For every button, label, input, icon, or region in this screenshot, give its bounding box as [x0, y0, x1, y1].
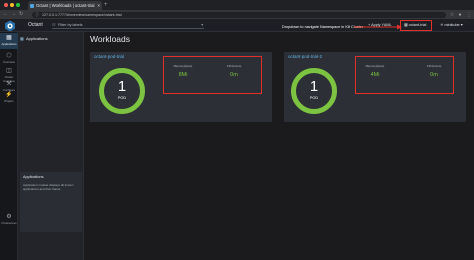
memory-value: 4Mi — [370, 72, 380, 78]
context-dropdown[interactable]: ⚛ minikube ▾ — [440, 21, 463, 30]
filter-icon: ☷ — [52, 23, 56, 27]
forward-arrow-icon[interactable]: → — [11, 10, 16, 19]
workload-name-link[interactable]: octant-pod-trial — [94, 54, 124, 59]
grid-icon: ▦ — [6, 35, 12, 41]
namespace-dropdown[interactable]: ▦ octant-trial — [400, 19, 432, 31]
gear-icon: ⚙ — [6, 214, 12, 220]
maximize-window-dot[interactable] — [16, 3, 20, 7]
new-tab-button[interactable]: + — [104, 1, 108, 9]
info-icon: ⓘ — [35, 11, 39, 17]
cpu-value: 0m — [430, 72, 438, 78]
favicon-icon — [30, 3, 34, 8]
page-title: Workloads — [90, 34, 130, 44]
tab-title: Octant | Workloads | octant-trial — [36, 3, 95, 8]
memory-label: Memory(bytes) — [173, 64, 193, 68]
info-title: Applications — [23, 175, 44, 179]
app-name: Octant — [28, 22, 43, 28]
pod-unit: POD — [309, 96, 319, 100]
browser-menu-icon[interactable]: ⋮ — [466, 11, 472, 19]
plug-icon: ⚡ — [5, 92, 13, 98]
context-label: minikube — [444, 23, 460, 27]
chevron-down-icon: ▼ — [200, 23, 204, 27]
rail-item-applications[interactable]: ▦ Applications — [0, 33, 18, 49]
pod-count: 1 — [117, 78, 127, 95]
cpu-value: 0m — [230, 72, 238, 78]
rail-item-overview[interactable]: ⬡ Overview — [0, 51, 18, 67]
cpu-label: CPU(cores) — [426, 64, 442, 68]
profile-icon[interactable]: ● — [457, 11, 463, 19]
browser-tab[interactable]: Octant | Workloads | octant-trial × — [28, 1, 102, 10]
apply-yaml-button[interactable]: + Apply YAML — [368, 21, 392, 30]
info-text: Application module displays all known ap… — [23, 183, 74, 192]
nav-heading: Applications — [26, 36, 48, 41]
rail-item-label: Applications — [1, 42, 17, 46]
preferences-button[interactable]: ⚙ Preferences — [0, 213, 18, 225]
pod-unit: POD — [117, 96, 127, 100]
workload-name-link[interactable]: octant-pod-trial-2 — [288, 54, 322, 59]
namespace-callout-text: Dropdown to navigate Namespace in K8 Clu… — [282, 25, 364, 29]
apply-yaml-label: Apply YAML — [371, 23, 392, 27]
octant-logo-icon[interactable] — [4, 20, 16, 32]
filter-placeholder: Filter by labels — [58, 23, 83, 27]
cube-icon: ⬡ — [6, 53, 12, 59]
memory-label: Memory(bytes) — [365, 64, 385, 68]
rail-item-plugins[interactable]: ⚡ Plugins — [0, 90, 18, 106]
minimize-window-dot[interactable] — [10, 3, 14, 7]
cluster-icon: ◫ — [6, 68, 12, 74]
url-field[interactable]: ⓘ 127.0.0.1:7777/#/overview/namespace/oc… — [32, 11, 446, 18]
url-text: 127.0.0.1:7777/#/overview/namespace/octa… — [42, 12, 122, 17]
grid-icon: ▦ — [20, 36, 24, 41]
wrench-icon: ⚒ — [6, 81, 12, 87]
close-window-dot[interactable] — [4, 3, 8, 7]
memory-value: 8Mi — [178, 72, 188, 78]
namespace-value: octant-trial — [408, 22, 427, 27]
pod-count: 1 — [309, 78, 319, 95]
cpu-label: CPU(cores) — [226, 64, 242, 68]
tab-close-icon[interactable]: × — [97, 1, 100, 10]
chevron-down-icon: ▾ — [459, 23, 463, 27]
nav-item-applications[interactable]: ▦ Applications — [20, 35, 82, 42]
rail-item-label: Plugins — [4, 99, 14, 103]
rail-item-label: Overview — [3, 60, 15, 64]
label-filter-dropdown[interactable]: ☷ Filter by labels ▼ — [52, 22, 204, 29]
bookmark-star-icon[interactable]: ☆ — [449, 11, 455, 19]
preferences-label: Preferences — [1, 221, 17, 225]
reload-icon[interactable]: ↻ — [19, 10, 23, 19]
back-arrow-icon[interactable]: ← — [3, 10, 8, 19]
module-info-card: Applications Application module displays… — [20, 172, 82, 232]
